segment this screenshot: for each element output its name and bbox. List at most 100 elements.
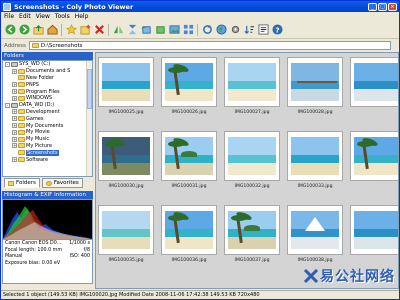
tree-item[interactable]: + My Music xyxy=(3,136,92,143)
thumbnail-image[interactable] xyxy=(228,211,276,249)
thumbnail-image[interactable] xyxy=(228,63,276,101)
expander-icon[interactable]: + xyxy=(12,129,17,135)
help-icon[interactable]: ? xyxy=(271,24,283,36)
tree-item[interactable]: + Software xyxy=(3,156,92,163)
thumbnail-frame[interactable] xyxy=(161,57,217,107)
tree-item[interactable]: + Development xyxy=(3,109,92,116)
thumbnail-item[interactable]: IMG100025.jpg xyxy=(98,57,154,123)
thumbnail-item[interactable]: IMG100033.jpg xyxy=(287,131,343,197)
expander-icon[interactable]: + xyxy=(12,116,17,122)
tree-item[interactable]: - SYS_WD (C:) xyxy=(3,61,92,68)
thumbnail-item[interactable] xyxy=(350,57,398,123)
thumbnail-image[interactable] xyxy=(291,211,339,249)
menu-view[interactable]: View xyxy=(36,13,50,20)
thumbnail-frame[interactable] xyxy=(161,205,217,255)
flip-vertical-icon[interactable] xyxy=(126,24,138,36)
slideshow-icon[interactable] xyxy=(168,24,180,36)
thumbnail-image[interactable] xyxy=(228,137,276,175)
back-icon[interactable] xyxy=(4,24,16,36)
thumbnail-image[interactable] xyxy=(165,63,213,101)
tree-item[interactable]: + My Picture xyxy=(3,143,92,150)
expander-icon[interactable]: + xyxy=(12,136,17,142)
thumbnail-image[interactable] xyxy=(102,137,150,175)
refresh-icon[interactable] xyxy=(201,24,213,36)
forward-icon[interactable] xyxy=(18,24,30,36)
view-mode-icon[interactable] xyxy=(182,24,194,36)
favorites-star-icon[interactable] xyxy=(65,24,77,36)
expander-icon[interactable]: + xyxy=(12,123,17,129)
tree-item[interactable]: New Folder xyxy=(3,75,92,82)
tree-item[interactable]: + Documents and S xyxy=(3,68,92,75)
menu-help[interactable]: Help xyxy=(75,13,89,20)
thumbnail-frame[interactable] xyxy=(287,131,343,181)
thumbnail-frame[interactable] xyxy=(287,205,343,255)
home-icon[interactable] xyxy=(46,24,58,36)
thumbnail-item[interactable]: IMG100037.jpg xyxy=(224,205,280,271)
expander-icon[interactable]: + xyxy=(12,157,17,163)
thumbnail-frame[interactable] xyxy=(287,57,343,107)
menu-file[interactable]: File xyxy=(4,13,14,20)
thumbnail-item[interactable]: IMG100038.jpg xyxy=(287,205,343,271)
thumbnail-image[interactable] xyxy=(291,137,339,175)
tree-item[interactable]: + My Movie xyxy=(3,129,92,136)
thumbnail-item[interactable]: IMG100030.jpg xyxy=(98,131,154,197)
tab-favorites[interactable]: Favorites xyxy=(41,178,83,188)
thumbnail-image[interactable] xyxy=(354,137,398,175)
thumbnail-frame[interactable] xyxy=(161,131,217,181)
thumbnail-image[interactable] xyxy=(102,63,150,101)
expander-icon[interactable]: + xyxy=(12,82,17,88)
tree-item[interactable]: + Program Files xyxy=(3,88,92,95)
settings-icon[interactable] xyxy=(229,24,241,36)
thumbnail-item[interactable]: IMG100027.jpg xyxy=(224,57,280,123)
minimize-button[interactable]: _ xyxy=(368,2,377,11)
tree-item[interactable]: Screenshots xyxy=(3,149,92,156)
tree-item[interactable]: - DATA_WD (D:) xyxy=(3,102,92,109)
thumbnail-view[interactable]: IMG100025.jpg IMG100026.jpg IMG100027.jpg I… xyxy=(95,52,399,289)
expander-icon[interactable]: - xyxy=(5,61,10,67)
thumbnail-item[interactable]: IMG100036.jpg xyxy=(161,205,217,271)
thumbnail-item[interactable]: IMG100026.jpg xyxy=(161,57,217,123)
thumbnail-image[interactable] xyxy=(165,211,213,249)
menu-tools[interactable]: Tools xyxy=(55,13,70,20)
delete-icon[interactable] xyxy=(93,24,105,36)
thumbnail-image[interactable] xyxy=(354,63,398,101)
thumbnail-frame[interactable] xyxy=(224,131,280,181)
flip-horizontal-icon[interactable] xyxy=(112,24,124,36)
scrollbar-thumb[interactable] xyxy=(87,69,92,109)
rotate-right-icon[interactable] xyxy=(154,24,166,36)
folder-tree[interactable]: - SYS_WD (C:) + Documents and S New Folder + P… xyxy=(2,60,93,177)
expander-icon[interactable]: + xyxy=(12,89,17,95)
tree-item[interactable]: + Games xyxy=(3,115,92,122)
thumbnail-frame[interactable] xyxy=(350,205,398,255)
tab-folders[interactable]: Folders xyxy=(4,178,40,188)
thumbnail-frame[interactable] xyxy=(224,205,280,255)
up-folder-icon[interactable] xyxy=(32,24,44,36)
expander-icon[interactable]: + xyxy=(12,143,17,149)
address-input[interactable]: D:\Screenshots xyxy=(28,41,391,50)
expander-icon[interactable]: - xyxy=(5,102,10,108)
thumbnail-item[interactable] xyxy=(350,131,398,197)
tree-item[interactable]: + WINDOWS xyxy=(3,95,92,102)
title-bar[interactable]: Screenshots - Coly Photo Viewer _ □ × xyxy=(1,1,399,12)
sort-icon[interactable] xyxy=(243,24,255,36)
thumbnail-frame[interactable] xyxy=(350,131,398,181)
close-button[interactable]: × xyxy=(388,2,397,11)
rotate-left-icon[interactable] xyxy=(140,24,152,36)
thumbnail-image[interactable] xyxy=(354,211,398,249)
thumbnail-image[interactable] xyxy=(291,63,339,101)
thumbnail-item[interactable]: IMG100031.jpg xyxy=(161,131,217,197)
thumbnail-frame[interactable] xyxy=(98,205,154,255)
thumbnail-frame[interactable] xyxy=(224,57,280,107)
map-icon[interactable] xyxy=(215,24,227,36)
expander-icon[interactable]: + xyxy=(12,68,17,74)
thumbnail-frame[interactable] xyxy=(98,57,154,107)
thumbnail-item[interactable] xyxy=(350,205,398,271)
thumbnail-item[interactable]: IMG100035.jpg xyxy=(98,205,154,271)
maximize-button[interactable]: □ xyxy=(378,2,387,11)
tree-item[interactable]: + PNPS xyxy=(3,81,92,88)
expander-icon[interactable]: + xyxy=(12,109,17,115)
thumbnail-image[interactable] xyxy=(102,211,150,249)
thumbnail-frame[interactable] xyxy=(350,57,398,107)
menu-edit[interactable]: Edit xyxy=(19,13,31,20)
add-favorite-icon[interactable] xyxy=(79,24,91,36)
